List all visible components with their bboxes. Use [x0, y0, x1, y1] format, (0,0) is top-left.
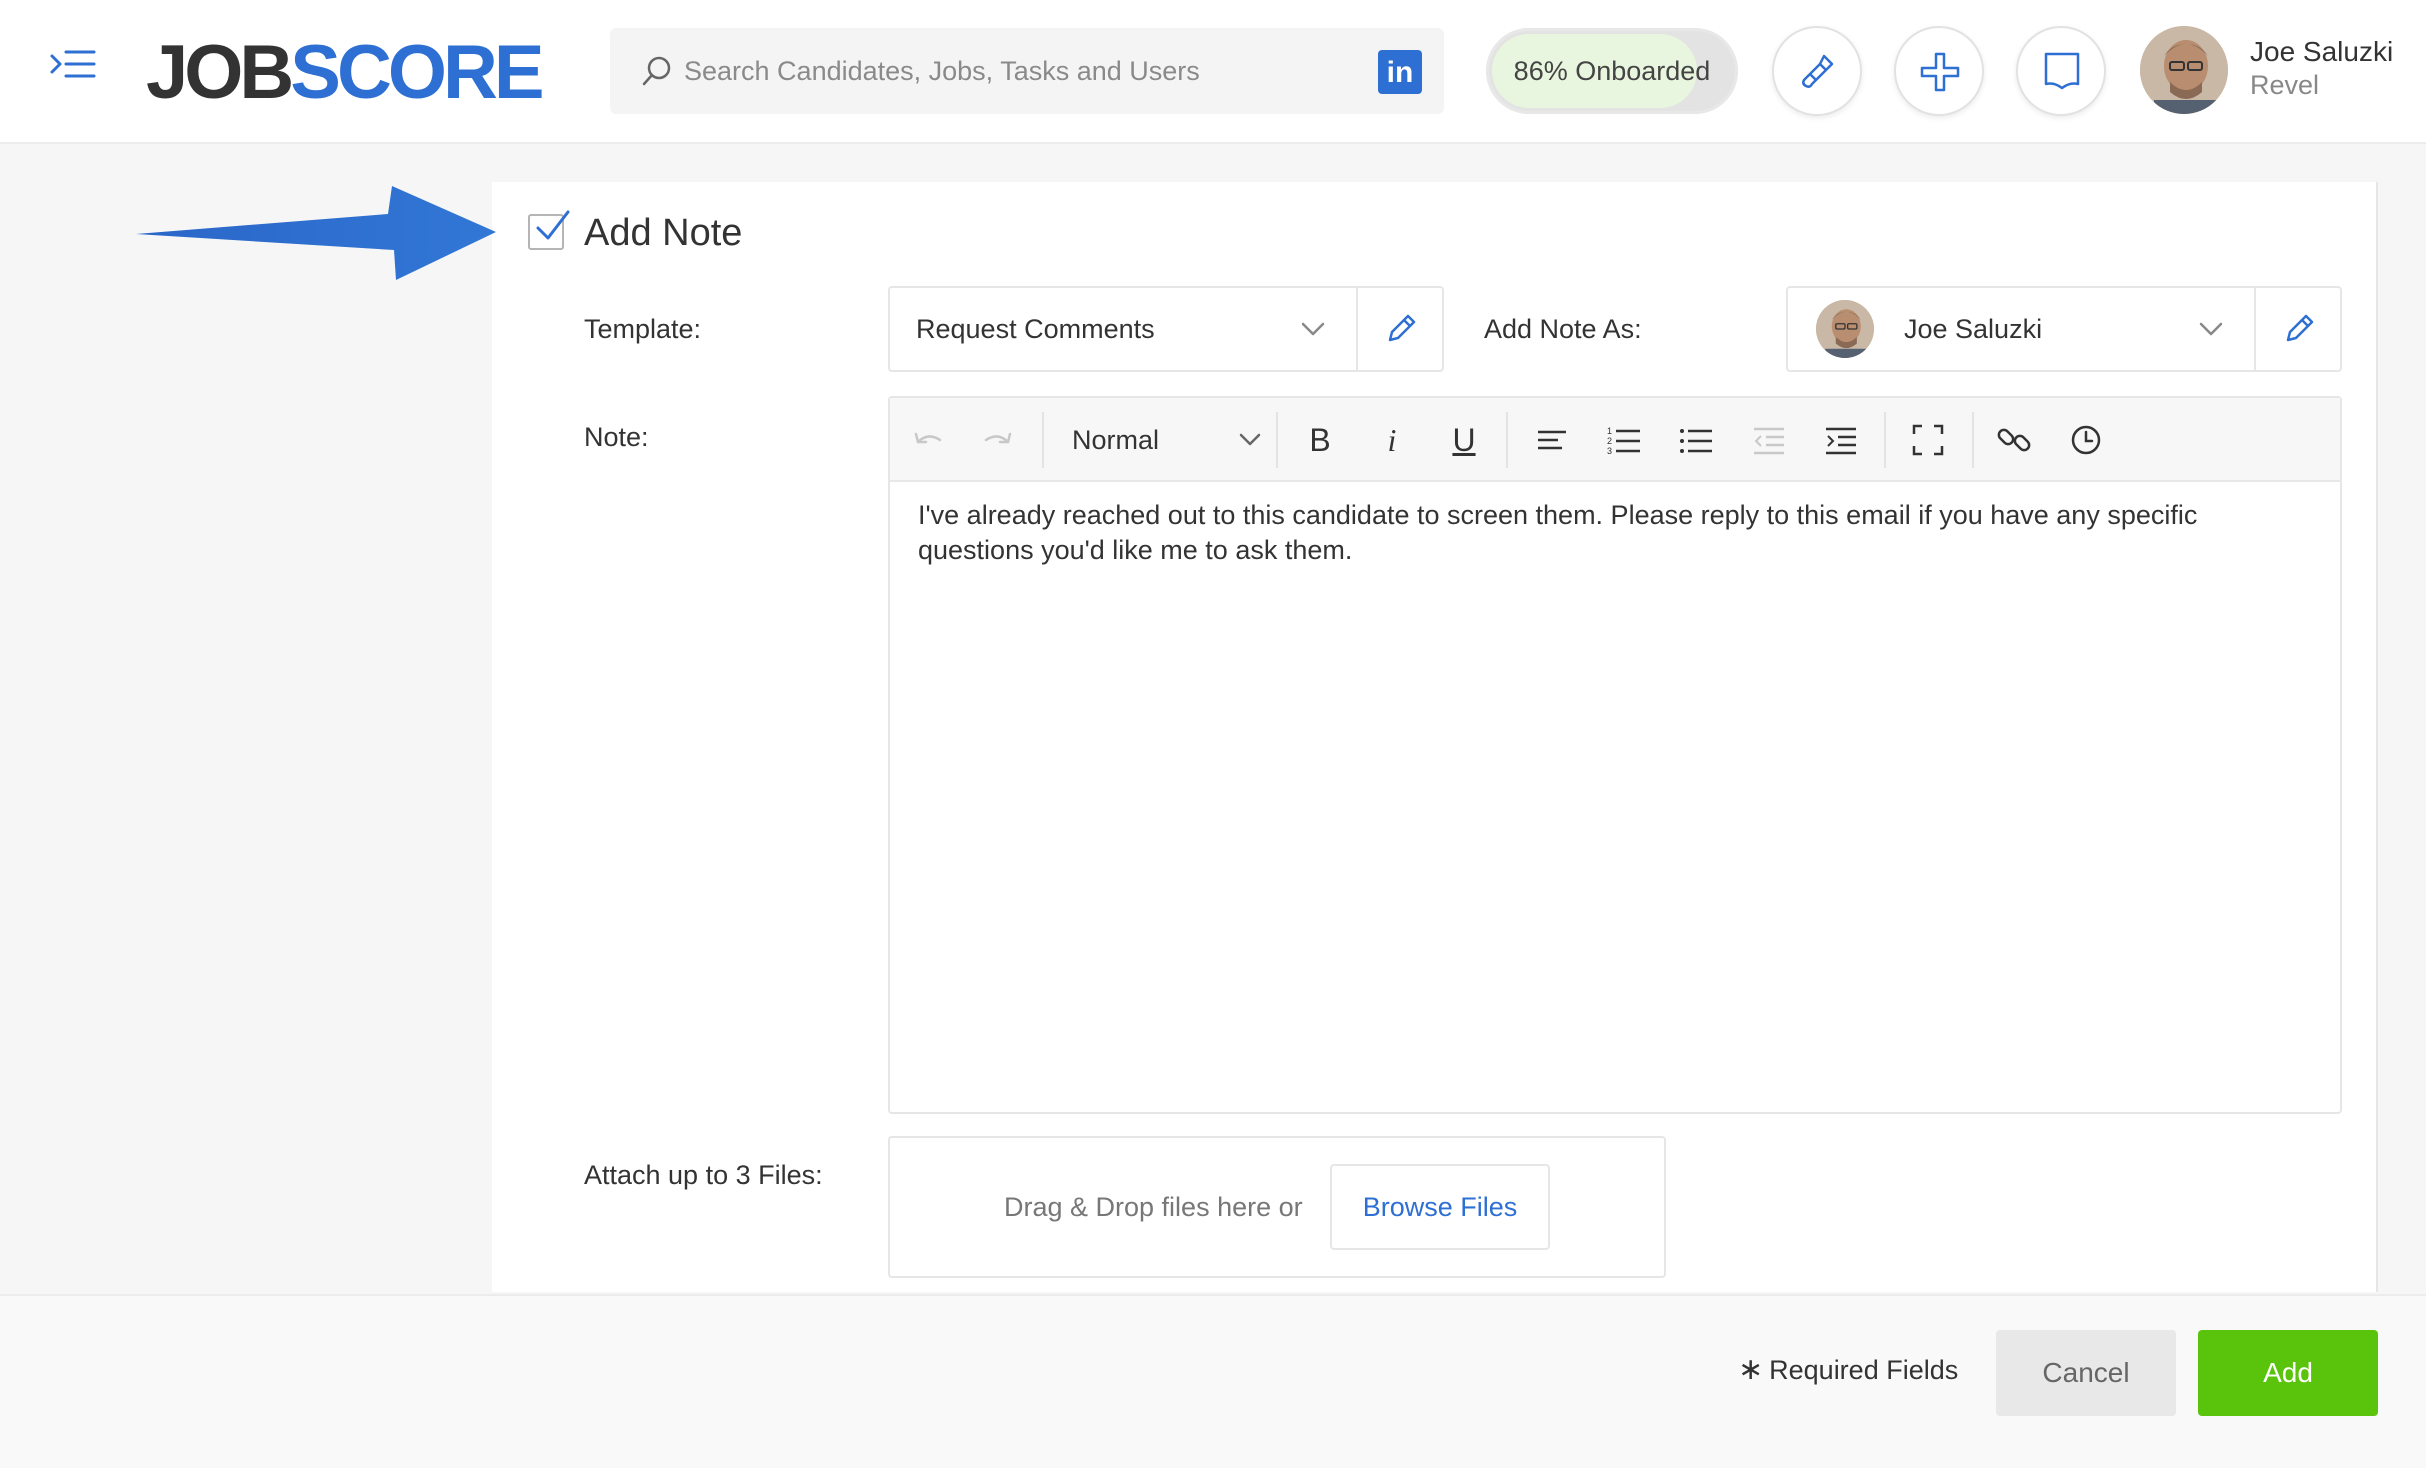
ordered-list-button[interactable]: 1 2 3 [1604, 420, 1644, 460]
add-note-as-value: Joe Saluzki [1904, 314, 2043, 344]
author-avatar [1816, 300, 1874, 358]
wrench-icon [1802, 54, 1834, 88]
outdent-button[interactable] [1748, 420, 1788, 460]
add-note-as-label: Add Note As: [1484, 314, 1642, 344]
insert-time-button[interactable] [2066, 420, 2106, 460]
fullscreen-button[interactable] [1908, 420, 1948, 460]
user-name[interactable]: Joe Saluzki [2250, 36, 2393, 68]
bullet-list-icon [1680, 429, 1712, 453]
create-button[interactable] [1894, 26, 1984, 116]
add-note-checkbox[interactable] [528, 210, 570, 250]
template-label: Template: [584, 314, 702, 344]
jobscore-logo[interactable]: JOBSCORE [146, 28, 545, 118]
toolbar-separator [1506, 412, 1508, 468]
chevron-down-icon [1301, 322, 1325, 336]
annotation-arrow-icon [136, 186, 496, 280]
italic-button[interactable]: i [1372, 412, 1412, 468]
search-icon [640, 54, 674, 88]
dropzone-text: Drag & Drop files here or [1004, 1192, 1303, 1222]
onboarding-progress[interactable]: 86% Onboarded [1486, 28, 1738, 114]
clock-icon [2071, 425, 2101, 455]
help-book-button[interactable] [2016, 26, 2106, 116]
toolbar-separator [1972, 412, 1974, 468]
svg-text:3: 3 [1607, 446, 1612, 456]
onboarding-progress-label: 86% Onboarded [1513, 56, 1711, 86]
svg-text:1: 1 [1607, 426, 1612, 436]
book-icon [2044, 52, 2080, 90]
fullscreen-icon [1912, 424, 1944, 456]
attach-files-label: Attach up to 3 Files: [584, 1160, 823, 1190]
global-search: in [610, 28, 1444, 114]
edit-template-pencil-icon[interactable] [1382, 310, 1420, 348]
add-note-as-select[interactable]: Joe Saluzki [1786, 286, 2342, 372]
select-divider [2254, 288, 2256, 370]
svg-text:2: 2 [1607, 436, 1612, 446]
edit-author-pencil-icon[interactable] [2280, 310, 2318, 348]
checkmark-icon [536, 210, 570, 240]
bold-button[interactable]: B [1300, 412, 1340, 468]
user-avatar[interactable] [2140, 26, 2228, 114]
add-note-title: Add Note [584, 212, 743, 254]
link-icon [1997, 428, 2031, 452]
linkedin-icon[interactable]: in [1378, 50, 1422, 94]
redo-button[interactable] [978, 420, 1018, 460]
file-dropzone[interactable]: Drag & Drop files here or Browse Files [888, 1136, 1666, 1278]
undo-button[interactable] [908, 420, 948, 460]
note-text-area[interactable]: I've already reached out to this candida… [918, 498, 2318, 568]
template-select-value: Request Comments [916, 314, 1155, 344]
user-organization: Revel [2250, 70, 2320, 100]
redo-icon [984, 432, 1012, 444]
undo-icon [914, 432, 942, 444]
paragraph-format-value: Normal [1072, 425, 1160, 455]
toolbar-separator [1042, 412, 1044, 468]
top-header: JOBSCORE in 86% Onboarded [0, 0, 2426, 144]
required-fields-note: ∗ Required Fields [1738, 1352, 1958, 1387]
note-label: Note: [584, 422, 649, 452]
search-input[interactable] [682, 28, 1322, 114]
chevron-down-icon [2199, 322, 2223, 336]
add-button[interactable]: Add [2198, 1330, 2378, 1416]
note-editor: Normal B i U 1 2 3 I've already reached … [888, 396, 2342, 1114]
underline-button[interactable]: U [1444, 412, 1484, 468]
indent-icon [1826, 427, 1856, 455]
align-button[interactable] [1532, 420, 1572, 460]
insert-link-button[interactable] [1994, 420, 2034, 460]
ordered-list-icon: 1 2 3 [1607, 426, 1640, 456]
paragraph-format-select[interactable]: Normal [1058, 412, 1278, 468]
browse-files-button[interactable]: Browse Files [1330, 1164, 1550, 1250]
align-left-icon [1538, 430, 1566, 450]
required-fields-label: Required Fields [1769, 1355, 1959, 1385]
menu-icon[interactable] [48, 46, 98, 86]
indent-button[interactable] [1820, 420, 1860, 460]
editor-toolbar: Normal B i U 1 2 3 [890, 398, 2340, 482]
tools-button[interactable] [1772, 26, 1862, 116]
cancel-button[interactable]: Cancel [1996, 1330, 2176, 1416]
outdent-icon [1754, 427, 1784, 455]
required-asterisk-icon: ∗ [1738, 1353, 1764, 1386]
template-select[interactable]: Request Comments [888, 286, 1444, 372]
toolbar-separator [1884, 412, 1886, 468]
chevron-down-icon [1239, 433, 1261, 446]
toolbar-separator [1276, 412, 1278, 468]
logo-part-score: SCORE [290, 30, 544, 115]
plus-icon [1920, 52, 1960, 92]
select-divider [1356, 288, 1358, 370]
logo-part-job: JOB [146, 30, 294, 115]
unordered-list-button[interactable] [1676, 420, 1716, 460]
